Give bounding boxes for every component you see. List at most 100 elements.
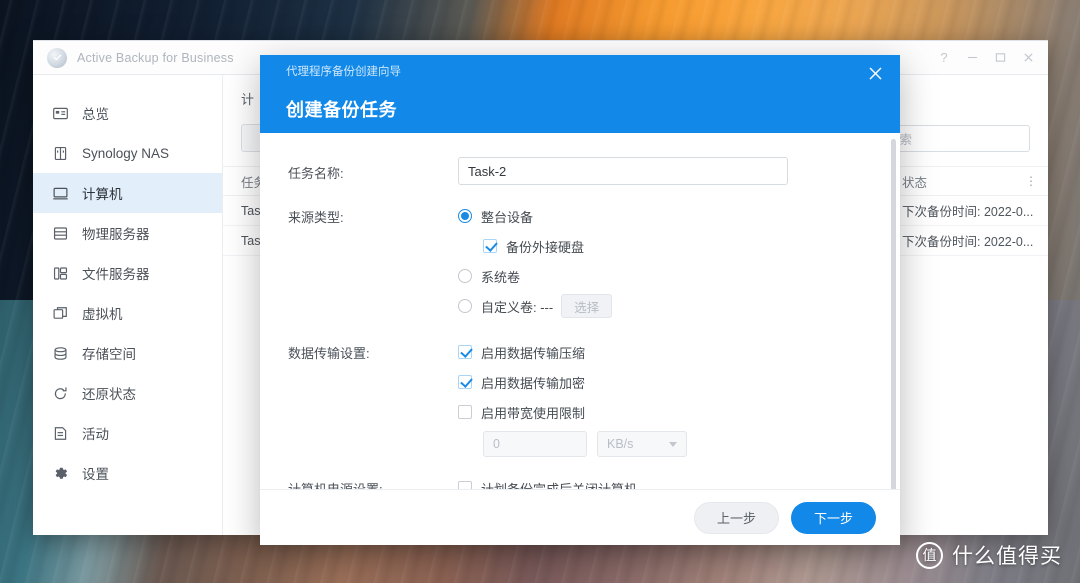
label-power-settings: 计算机电源设置: — [288, 473, 458, 489]
field-power-settings: 计算机电源设置: 计划备份完成后关闭计算机 防止计算机在备份期间睡眠 将计算机从… — [260, 473, 900, 489]
sidebar-item-file-server[interactable]: 文件服务器 — [33, 253, 222, 293]
radio-label: 整台设备 — [481, 207, 533, 226]
close-icon — [1023, 52, 1034, 63]
activity-icon — [52, 425, 69, 442]
watermark-badge: 值 — [916, 542, 943, 569]
dialog-title: 创建备份任务 — [286, 96, 884, 122]
radio-option-entire-device[interactable]: 整台设备 — [458, 201, 874, 231]
label-data-transfer: 数据传输设置: — [288, 337, 458, 457]
sidebar-item-restore-status[interactable]: 还原状态 — [33, 373, 222, 413]
field-task-name: 任务名称: Task-2 — [260, 157, 900, 185]
checkbox-icon[interactable] — [458, 345, 472, 359]
checkbox-option-enable-encryption[interactable]: 启用数据传输加密 — [458, 367, 874, 397]
spacer — [260, 187, 900, 201]
radio-label: 系统卷 — [481, 267, 520, 286]
dialog-subtitle: 代理程序备份创建向导 — [286, 63, 884, 79]
check-circle-icon — [47, 48, 67, 68]
next-button[interactable]: 下一步 — [791, 502, 876, 534]
checkbox-label: 备份外接硬盘 — [506, 237, 584, 256]
search-input[interactable]: 搜索 — [878, 125, 1030, 152]
bandwidth-unit-select[interactable]: KB/s — [597, 431, 687, 457]
watermark: 值 什么值得买 — [916, 540, 1062, 570]
radio-button-icon[interactable] — [458, 269, 472, 283]
sidebar: 总览 Synology NAS — [33, 75, 223, 535]
radio-button-icon[interactable] — [458, 209, 472, 223]
cell-task-status: 下次备份时间: 2022-0... — [902, 231, 1042, 250]
app-title: Active Backup for Business — [77, 51, 234, 65]
bandwidth-unit-value: KB/s — [607, 437, 633, 451]
checkbox-icon[interactable] — [458, 375, 472, 389]
sidebar-item-synology-nas[interactable]: Synology NAS — [33, 133, 222, 173]
watermark-text: 什么值得买 — [952, 540, 1062, 570]
sidebar-item-label: 物理服务器 — [82, 223, 150, 243]
sidebar-item-label: 还原状态 — [82, 383, 136, 403]
gear-icon — [52, 465, 69, 482]
help-icon: ? — [940, 51, 947, 64]
bandwidth-controls: 0 KB/s — [458, 431, 874, 457]
field-source-type: 来源类型: 整台设备 备份外接硬盘 系统卷 — [260, 201, 900, 321]
dialog-header: 代理程序备份创建向导 创建备份任务 — [260, 55, 900, 133]
scrollbar-thumb[interactable] — [891, 139, 896, 489]
checkbox-label: 启用带宽使用限制 — [481, 403, 585, 422]
spacer — [260, 323, 900, 337]
radio-label: 自定义卷: --- — [481, 297, 553, 316]
help-button[interactable]: ? — [930, 45, 958, 71]
sidebar-item-label: 活动 — [82, 423, 109, 443]
sidebar-item-settings[interactable]: 设置 — [33, 453, 222, 493]
back-button[interactable]: 上一步 — [694, 502, 779, 534]
close-button[interactable] — [1014, 45, 1042, 71]
sidebar-item-label: 计算机 — [82, 183, 123, 203]
bandwidth-placeholder: 0 — [493, 437, 500, 451]
dialog-body: 任务名称: Task-2 来源类型: 整台设备 — [260, 133, 900, 489]
label-source-type: 来源类型: — [288, 201, 458, 321]
close-icon — [869, 67, 882, 80]
cell-task-status: 下次备份时间: 2022-0... — [902, 201, 1042, 220]
computer-icon — [52, 185, 69, 202]
dialog-scrollbar[interactable] — [891, 139, 896, 481]
sidebar-item-activity[interactable]: 活动 — [33, 413, 222, 453]
checkbox-label: 启用数据传输压缩 — [481, 343, 585, 362]
more-options-icon[interactable]: ⋮ — [1020, 175, 1042, 187]
checkbox-icon[interactable] — [458, 405, 472, 419]
minimize-button[interactable] — [958, 45, 986, 71]
select-volume-button[interactable]: 选择 — [561, 294, 612, 318]
restore-status-icon — [52, 385, 69, 402]
storage-icon — [52, 345, 69, 362]
sidebar-item-virtual-machine[interactable]: 虚拟机 — [33, 293, 222, 333]
sidebar-item-label: 总览 — [82, 103, 109, 123]
radio-option-custom-volume[interactable]: 自定义卷: --- 选择 — [458, 291, 874, 321]
minimize-icon — [967, 52, 978, 63]
checkbox-option-shutdown-after-backup[interactable]: 计划备份完成后关闭计算机 — [458, 473, 874, 489]
dialog-close-button[interactable] — [864, 62, 886, 84]
chevron-down-icon — [669, 442, 677, 447]
create-backup-task-dialog: 代理程序备份创建向导 创建备份任务 任务名称: Task-2 — [260, 55, 900, 545]
sidebar-item-physical-server[interactable]: 物理服务器 — [33, 213, 222, 253]
checkbox-option-enable-bandwidth-limit[interactable]: 启用带宽使用限制 — [458, 397, 874, 427]
file-server-icon — [52, 265, 69, 282]
radio-option-system-volume[interactable]: 系统卷 — [458, 261, 874, 291]
bandwidth-value-input[interactable]: 0 — [483, 431, 587, 457]
checkbox-icon[interactable] — [483, 239, 497, 253]
checkbox-icon[interactable] — [458, 481, 472, 489]
physical-server-icon — [52, 225, 69, 242]
checkbox-option-backup-external-drive[interactable]: 备份外接硬盘 — [458, 231, 874, 261]
sidebar-item-overview[interactable]: 总览 — [33, 93, 222, 133]
task-name-value: Task-2 — [468, 164, 506, 179]
task-name-input[interactable]: Task-2 — [458, 157, 788, 185]
checkbox-label: 启用数据传输加密 — [481, 373, 585, 392]
nas-icon — [52, 145, 69, 162]
checkbox-option-enable-compression[interactable]: 启用数据传输压缩 — [458, 337, 874, 367]
overview-icon — [52, 105, 69, 122]
sidebar-item-storage[interactable]: 存储空间 — [33, 333, 222, 373]
desktop-wallpaper: Active Backup for Business ? — [0, 0, 1080, 583]
label-task-name: 任务名称: — [288, 157, 458, 185]
sidebar-item-label: 虚拟机 — [82, 303, 123, 323]
radio-button-icon[interactable] — [458, 299, 472, 313]
maximize-button[interactable] — [986, 45, 1014, 71]
field-data-transfer: 数据传输设置: 启用数据传输压缩 启用数据传输加密 启用带宽使用限制 — [260, 337, 900, 457]
sidebar-item-computer[interactable]: 计算机 — [33, 173, 222, 213]
virtual-machine-icon — [52, 305, 69, 322]
spacer — [260, 459, 900, 473]
sidebar-item-label: 文件服务器 — [82, 263, 150, 283]
column-header-status[interactable]: 状态 — [902, 172, 1020, 191]
